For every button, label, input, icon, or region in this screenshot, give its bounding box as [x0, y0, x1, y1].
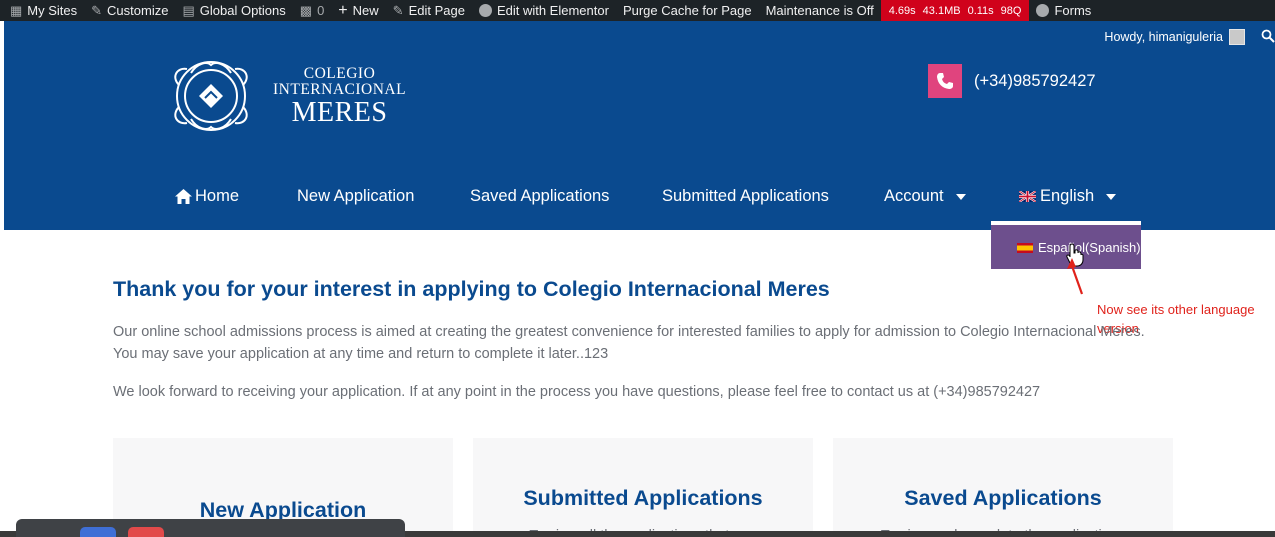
crest-icon [174, 61, 248, 131]
video-control-button[interactable] [80, 527, 116, 537]
my-sites-label: My Sites [27, 3, 78, 18]
comments-link[interactable]: ▩ 0 [293, 0, 332, 21]
customize-link[interactable]: ✎ Customize [84, 0, 175, 21]
new-content-link[interactable]: + New [331, 0, 385, 21]
card-submitted-applications[interactable]: Submitted Applications To view all the a… [473, 438, 813, 537]
perf-memory: 43.1MB [922, 4, 961, 17]
video-controls [16, 519, 405, 537]
avatar [1229, 29, 1245, 45]
forms-label: Forms [1054, 3, 1092, 18]
video-control-button[interactable] [128, 527, 164, 537]
comment-icon: ▩ [299, 3, 313, 18]
new-label: New [352, 3, 379, 18]
edit-page-label: Edit Page [408, 3, 465, 18]
nav-language-label: English [1040, 187, 1095, 205]
perf-time: 4.69s [888, 4, 916, 17]
page-title: Thank you for your interest in applying … [113, 277, 830, 301]
maintenance-label: Maintenance is Off [765, 3, 874, 18]
nav-home[interactable]: Home [175, 187, 239, 206]
logo-line-3: MERES [291, 96, 388, 128]
main-nav: Home New Application Saved Applications … [4, 187, 1275, 211]
purge-cache-link[interactable]: Purge Cache for Page [616, 0, 759, 21]
edit-page-link[interactable]: ✎ Edit Page [386, 0, 472, 21]
perf-query-time: 0.11s [967, 4, 994, 17]
logo-line-2: INTERNACIONAL [273, 81, 407, 98]
pencil-icon: ✎ [392, 3, 404, 18]
card-title: Saved Applications [904, 486, 1102, 510]
nav-new-application-label: New Application [297, 187, 415, 205]
elementor-icon [478, 4, 492, 17]
home-icon [175, 189, 192, 204]
chevron-down-icon [1106, 193, 1117, 200]
uk-flag-icon [1019, 191, 1036, 202]
chevron-down-icon [955, 193, 966, 200]
nav-home-label: Home [195, 187, 240, 205]
logo-line-1: COLEGIO [303, 64, 376, 82]
global-options-label: Global Options [199, 3, 286, 18]
customize-label: Customize [107, 3, 169, 18]
contact-paragraph: We look forward to receiving your applic… [113, 384, 1041, 400]
user-account-menu[interactable]: Howdy, himaniguleria [1104, 29, 1245, 45]
brush-icon: ✎ [91, 3, 103, 18]
card-saved-applications[interactable]: Saved Applications To view and complete … [833, 438, 1173, 537]
phone-icon [928, 64, 962, 98]
nav-submitted-applications-label: Submitted Applications [662, 187, 829, 205]
logo-text: COLEGIO INTERNACIONAL MERES [273, 64, 407, 128]
perf-queries: 98Q [1000, 4, 1022, 17]
forms-link[interactable]: Forms [1029, 0, 1098, 21]
maintenance-link[interactable]: Maintenance is Off [759, 0, 881, 21]
nav-account-label: Account [884, 187, 944, 205]
nav-saved-applications[interactable]: Saved Applications [470, 187, 609, 206]
nav-submitted-applications[interactable]: Submitted Applications [662, 187, 829, 206]
my-sites-icon: ▦ [10, 3, 23, 18]
annotation-arrow-icon [1067, 258, 1084, 295]
nav-new-application[interactable]: New Application [297, 187, 414, 206]
my-sites-menu[interactable]: ▦ My Sites [0, 0, 84, 21]
nav-account[interactable]: Account [884, 187, 966, 206]
global-options-link[interactable]: ▤ Global Options [175, 0, 292, 21]
query-monitor-badge[interactable]: 4.69s 43.1MB 0.11s 98Q [880, 0, 1030, 21]
nav-language[interactable]: English [1019, 187, 1117, 206]
intro-paragraph: Our online school admissions process is … [113, 324, 1145, 362]
howdy-text: Howdy, himaniguleria [1104, 30, 1223, 44]
admin-bar: ▦ My Sites ✎ Customize ▤ Global Options … [0, 0, 1275, 21]
site-header: Howdy, himaniguleria COLEGIO INTERNACION… [4, 21, 1275, 230]
purge-cache-label: Purge Cache for Page [622, 3, 752, 18]
forms-icon [1036, 4, 1050, 17]
plus-icon: + [338, 1, 348, 19]
header-phone[interactable]: (+34)985792427 [928, 64, 1096, 98]
phone-number: (+34)985792427 [974, 71, 1096, 90]
edit-elementor-label: Edit with Elementor [496, 3, 609, 18]
folder-icon: ▤ [182, 3, 195, 18]
card-title: Submitted Applications [523, 486, 763, 510]
spain-flag-icon [1017, 242, 1033, 253]
comments-count: 0 [317, 3, 325, 18]
search-icon[interactable] [1261, 29, 1275, 43]
nav-saved-applications-label: Saved Applications [470, 187, 610, 205]
site-logo[interactable]: COLEGIO INTERNACIONAL MERES [169, 55, 406, 137]
language-option-label: Español(Spanish) [1038, 240, 1141, 255]
edit-elementor-link[interactable]: Edit with Elementor [472, 0, 616, 21]
